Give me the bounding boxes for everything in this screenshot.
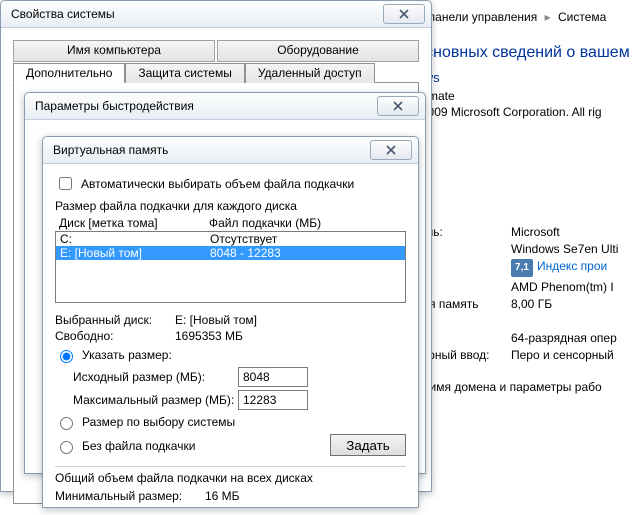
auto-manage-checkbox[interactable]: Автоматически выбирать объем файла подка… (55, 174, 406, 193)
radio-no-pagefile[interactable]: Без файла подкачки (55, 438, 195, 454)
free-space-value: 1695353 МБ (175, 329, 243, 343)
checkbox-label: Автоматически выбирать объем файла подка… (81, 177, 354, 191)
radio-label: Размер по выбору системы (82, 415, 235, 429)
radio-label: Без файла подкачки (82, 439, 195, 453)
wei-badge: 7,1 (511, 259, 533, 277)
free-space-label: Свободно: (55, 329, 175, 343)
chevron-right-icon: ▸ (541, 10, 555, 24)
value-manufacturer: Microsoft (511, 225, 560, 239)
initial-size-input[interactable] (238, 367, 308, 387)
drive-pagefile: Отсутствует (210, 232, 277, 246)
value-cpu: AMD Phenom(tm) I (511, 280, 614, 294)
initial-size-label: Исходный размер (МБ): (73, 370, 238, 384)
min-size-label: Минимальный размер: (55, 489, 205, 503)
close-button[interactable] (370, 140, 412, 160)
close-button[interactable] (383, 4, 425, 24)
drive-label: C: (60, 232, 210, 246)
drive-label: E: [Новый том] (60, 246, 210, 260)
titlebar[interactable]: Виртуальная память (43, 137, 418, 164)
radio-label: Указать размер: (82, 348, 172, 362)
set-button[interactable]: Задать (330, 434, 406, 456)
radio-custom-size[interactable]: Указать размер: (55, 347, 406, 363)
wei-link[interactable]: Индекс прои (537, 259, 607, 273)
close-icon (386, 145, 396, 155)
tab-system-protection[interactable]: Защита системы (125, 63, 244, 83)
drive-row-c[interactable]: C: Отсутствует (56, 232, 405, 246)
divider (55, 466, 406, 467)
close-button[interactable] (377, 96, 419, 116)
drive-list[interactable]: C: Отсутствует E: [Новый том] 8048 - 122… (55, 231, 406, 303)
selected-drive-label: Выбранный диск: (55, 313, 175, 327)
drive-pagefile: 8048 - 12283 (210, 246, 281, 260)
window-title: Параметры быстродействия (35, 99, 194, 113)
button-computer-name[interactable]: Имя компьютера (13, 40, 215, 62)
per-drive-heading: Размер файла подкачки для каждого диска (55, 199, 406, 213)
total-heading: Общий объем файла подкачки на всех диска… (55, 471, 406, 485)
virtual-memory-window: Виртуальная память Автоматически выбират… (42, 136, 419, 508)
drive-row-e[interactable]: E: [Новый том] 8048 - 12283 (56, 246, 405, 260)
col-drive: Диск [метка тома] (59, 216, 209, 230)
radio-input[interactable] (60, 350, 73, 363)
col-pagefile: Файл подкачки (МБ) (209, 216, 321, 230)
radio-input[interactable] (60, 417, 73, 430)
titlebar[interactable]: Параметры быстродействия (25, 93, 425, 120)
breadcrumb-item[interactable]: Система (558, 10, 606, 24)
selected-drive-value: E: [Новый том] (175, 313, 257, 327)
max-size-label: Максимальный размер (МБ): (73, 393, 238, 407)
close-icon (393, 101, 403, 111)
value-model: Windows Se7en Ulti (511, 242, 618, 256)
min-size-value: 16 МБ (205, 489, 240, 503)
button-hardware[interactable]: Оборудование (217, 40, 419, 62)
tab-advanced[interactable]: Дополнительно (13, 63, 125, 83)
checkbox-input[interactable] (59, 177, 72, 190)
window-title: Свойства системы (11, 7, 115, 21)
radio-input[interactable] (60, 441, 73, 454)
tab-remote[interactable]: Удаленный доступ (245, 63, 375, 83)
value-system-type: 64-разрядная опер (511, 331, 617, 345)
close-icon (399, 9, 409, 19)
titlebar[interactable]: Свойства системы (1, 1, 431, 28)
value-ram: 8,00 ГБ (511, 297, 552, 311)
value-pen-touch: Перо и сенсорный (511, 348, 614, 362)
max-size-input[interactable] (238, 390, 308, 410)
radio-system-managed[interactable]: Размер по выбору системы (55, 414, 406, 430)
window-title: Виртуальная память (53, 143, 168, 157)
